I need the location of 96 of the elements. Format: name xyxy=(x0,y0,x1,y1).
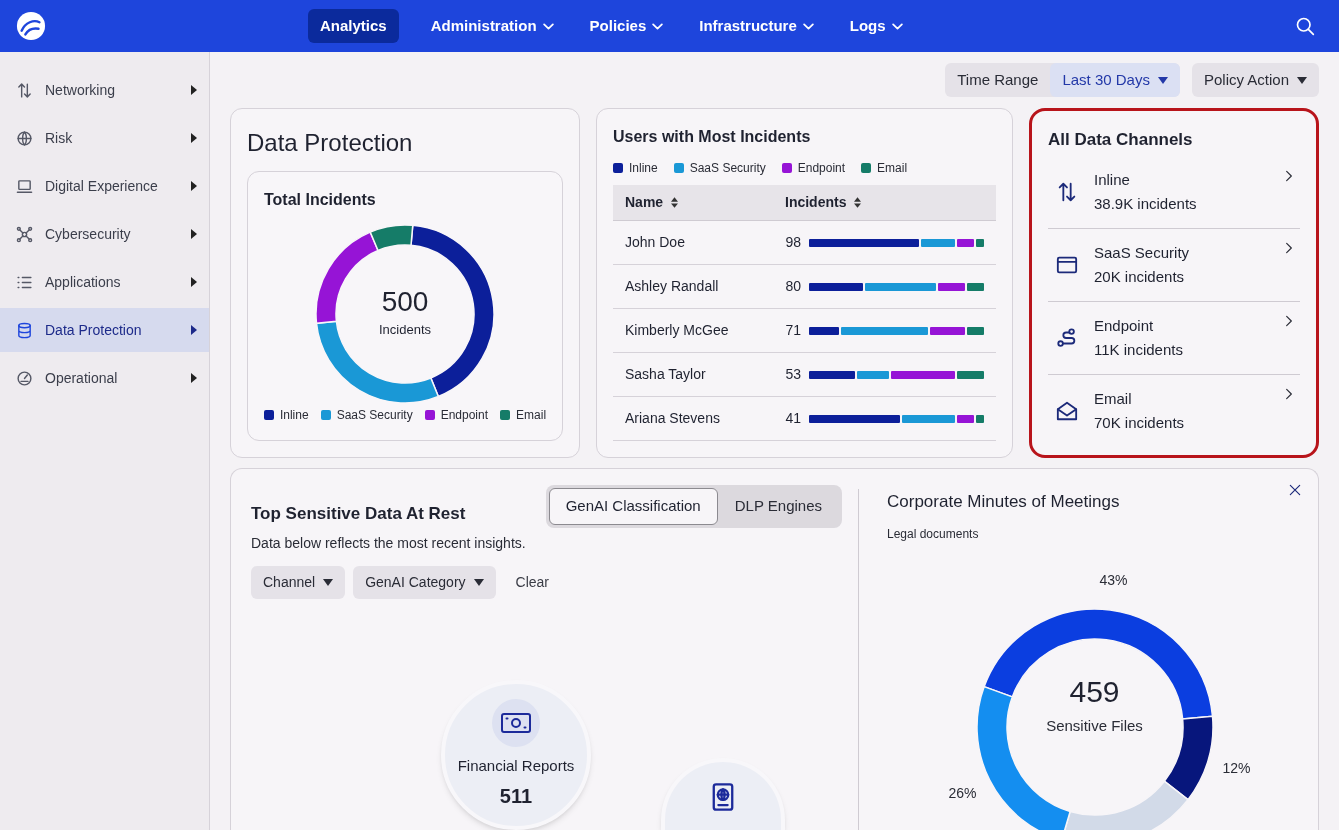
table-cell-text: 53 xyxy=(784,365,801,384)
section-subtitle: Data below reflects the most recent insights. xyxy=(251,533,526,553)
banknote-icon xyxy=(492,698,540,747)
nav-tab[interactable]: Policies xyxy=(585,8,668,44)
legend-label: Inline xyxy=(279,407,309,424)
bar-segment xyxy=(809,282,864,291)
table-cell-text: 98 xyxy=(784,233,801,252)
bar-segment xyxy=(809,370,855,379)
channel-row[interactable]: Email 70K incidents xyxy=(1048,375,1300,447)
incident-count: 11K incidents xyxy=(1094,340,1184,361)
channel-row[interactable]: Inline 38.9K incidents xyxy=(1048,156,1300,230)
caret-icon xyxy=(191,133,197,143)
filter-dropdown[interactable]: GenAI Category xyxy=(353,565,496,599)
incident-count: 38.9K incidents xyxy=(1094,194,1198,215)
table-cell-text: 71 xyxy=(784,321,801,340)
percent-label: 43% xyxy=(1099,570,1128,590)
panel-subtitle: Legal documents xyxy=(887,525,980,543)
channel-name: SaaS Security xyxy=(1094,242,1191,263)
legend-label: SaaS Security xyxy=(689,160,766,177)
table-cell-text: 80 xyxy=(784,277,801,296)
caret-icon xyxy=(323,578,334,586)
percent-label: 26% xyxy=(948,783,977,803)
incident-count: 70K incidents xyxy=(1094,413,1186,434)
network-nodes-icon xyxy=(16,225,33,243)
caret-icon xyxy=(1157,76,1168,84)
caret-icon xyxy=(473,578,484,586)
caret-icon xyxy=(191,181,197,191)
caret-icon xyxy=(191,85,197,95)
nav-tab[interactable]: Administration xyxy=(426,8,558,44)
legend-label: Inline xyxy=(629,160,658,177)
caret-icon xyxy=(191,229,197,239)
legend-label: Email xyxy=(877,160,908,177)
legend-label: Email xyxy=(516,407,547,424)
table-cell-text: Ashley Randall xyxy=(625,277,720,296)
clear-button[interactable]: Clear xyxy=(503,565,561,599)
segment-tab[interactable]: GenAI Classification xyxy=(548,488,718,525)
caret-icon xyxy=(191,277,197,287)
total-label: Incidents xyxy=(378,321,431,340)
total-value: 500 xyxy=(381,288,429,317)
channel-row[interactable]: Endpoint 11K incidents xyxy=(1048,302,1300,376)
search-icon[interactable] xyxy=(1295,16,1315,36)
open-envelope-icon xyxy=(1056,400,1078,423)
segment-tab[interactable]: DLP Engines xyxy=(717,488,839,525)
sidebar-item[interactable]: Operational xyxy=(0,356,209,400)
table-cell-text: Kimberly McGee xyxy=(625,321,730,340)
incident-count: 20K incidents xyxy=(1094,267,1186,288)
time-range-label: Time Range xyxy=(956,69,1040,90)
time-range-dropdown[interactable]: Last 30 Days xyxy=(1050,62,1180,98)
filter-dropdown[interactable]: Channel xyxy=(251,565,346,599)
sidebar-item[interactable]: Digital Experience xyxy=(0,164,209,208)
sidebar-item[interactable]: Networking xyxy=(0,68,209,112)
table-cell-text: Sasha Taylor xyxy=(625,365,707,384)
logo-icon xyxy=(16,11,46,41)
globe-icon xyxy=(16,129,33,147)
legend-label: Endpoint xyxy=(797,160,846,177)
gauge-icon xyxy=(16,369,33,387)
table-cell-text: John Doe xyxy=(625,233,686,252)
table-cell-text: 41 xyxy=(784,409,801,428)
channel-row[interactable]: SaaS Security 20K incidents xyxy=(1048,229,1300,303)
arrows-up-down-icon xyxy=(16,81,33,99)
legend-label: SaaS Security xyxy=(336,407,413,424)
panel-title: Data Protection xyxy=(247,128,414,158)
close-icon[interactable] xyxy=(1288,483,1302,497)
channel-name: Endpoint xyxy=(1094,315,1155,336)
card-title: Users with Most Incidents xyxy=(613,127,812,147)
sidebar-item[interactable]: Applications xyxy=(0,260,209,304)
caret-icon xyxy=(191,325,197,335)
caret-icon xyxy=(191,373,197,383)
table-cell-text: Ariana Stevens xyxy=(625,409,721,428)
database-icon xyxy=(16,321,33,339)
channel-name: Inline xyxy=(1094,169,1131,190)
channel-name: Email xyxy=(1094,388,1133,409)
policy-action-dropdown[interactable]: Policy Action xyxy=(1191,62,1319,98)
nav-tab[interactable]: Infrastructure xyxy=(695,8,818,44)
card-title: All Data Channels xyxy=(1048,129,1194,151)
column-header[interactable]: Name xyxy=(625,192,775,213)
total-value: 459 xyxy=(1069,676,1120,707)
route-icon xyxy=(1056,327,1078,350)
nav-tab[interactable]: Logs xyxy=(845,8,907,44)
sidebar-item[interactable]: Data Protection xyxy=(0,308,209,352)
sidebar-item[interactable]: Cybersecurity xyxy=(0,212,209,256)
category-label: Financial Reports xyxy=(457,755,575,776)
total-label: Sensitive Files xyxy=(1046,715,1143,736)
passport-icon xyxy=(711,782,735,812)
section-title: Top Sensitive Data At Rest xyxy=(251,503,467,525)
panel-title: Corporate Minutes of Meetings xyxy=(887,491,1120,513)
arrows-up-down-icon xyxy=(1056,181,1078,204)
column-header[interactable]: Incidents xyxy=(775,192,862,213)
sidebar-item[interactable]: Risk xyxy=(0,116,209,160)
legend-label: Endpoint xyxy=(440,407,489,424)
percent-label: 12% xyxy=(1222,758,1251,778)
category-count: 511 xyxy=(499,784,533,810)
laptop-icon xyxy=(16,177,33,195)
card-title: Total Incidents xyxy=(264,190,377,210)
nav-tab[interactable]: Analytics xyxy=(308,8,399,44)
caret-icon xyxy=(1297,76,1307,84)
